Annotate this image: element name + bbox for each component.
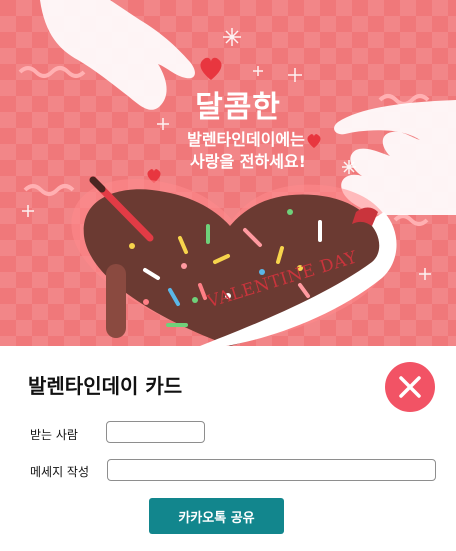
message-input[interactable] [107, 459, 436, 481]
card-title: 발렌타인데이 카드 [28, 374, 183, 398]
valentine-banner: 달콤한 발렌타인데이에는 사랑을 전하세요! VALENTINE DAY [0, 0, 456, 346]
receiver-input[interactable] [106, 421, 205, 443]
banner-subtitle-line2: 사랑을 전하세요! [190, 152, 306, 171]
wave-lower-right-icon [393, 214, 429, 226]
card-form-panel: 발렌타인데이 카드 받는 사람 메세지 작성 카카오톡 공유 [0, 346, 456, 551]
heart-small-icon [200, 57, 222, 80]
receiver-label: 받는 사람 [30, 428, 78, 442]
banner-title: 달콤한 [195, 90, 281, 125]
message-label: 메세지 작성 [30, 465, 90, 479]
chocolate-drip [106, 264, 126, 338]
close-button[interactable] [385, 362, 435, 412]
banner-subtitle-line1: 발렌타인데이에는 [187, 130, 305, 149]
wave-left-icon [18, 66, 86, 78]
kakaotalk-share-button[interactable]: 카카오톡 공유 [149, 498, 284, 534]
wave-lower-left-icon [23, 184, 75, 196]
close-x-icon [385, 362, 435, 412]
